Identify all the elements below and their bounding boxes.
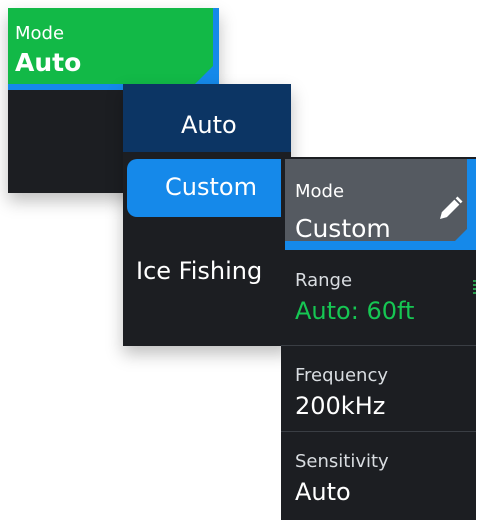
range-value: Auto: 60ft xyxy=(295,297,415,325)
mode-tile[interactable]: Mode Auto xyxy=(8,8,219,90)
sensitivity-label: Sensitivity xyxy=(295,451,389,472)
scroll-indicator xyxy=(473,280,476,294)
mode-setting[interactable]: Mode Custom xyxy=(285,159,476,250)
menu-item-label: Custom xyxy=(165,173,257,201)
selection-corner xyxy=(446,220,476,250)
frequency-value: 200kHz xyxy=(295,392,386,420)
frequency-label: Frequency xyxy=(295,365,388,386)
menu-item-ice-fishing[interactable]: Ice Fishing xyxy=(136,257,262,285)
mode-setting-label: Mode xyxy=(295,181,345,202)
frequency-setting[interactable]: Frequency 200kHz xyxy=(281,345,476,431)
mode-setting-value: Custom xyxy=(295,214,391,243)
range-label: Range xyxy=(295,270,353,291)
pencil-icon[interactable] xyxy=(435,194,465,224)
settings-panel: Mode Custom Range Auto: 60ft Frequency 2… xyxy=(281,157,476,520)
sensitivity-value: Auto xyxy=(295,478,351,506)
sensitivity-setting[interactable]: Sensitivity Auto xyxy=(281,431,476,520)
mode-menu: Auto Custom Ice Fishing xyxy=(123,84,307,346)
mode-value: Auto xyxy=(15,48,82,77)
menu-item-auto[interactable]: Auto xyxy=(123,84,291,152)
range-setting[interactable]: Range Auto: 60ft xyxy=(281,250,476,345)
menu-item-custom[interactable]: Custom xyxy=(127,159,307,217)
mode-label: Mode xyxy=(15,23,65,44)
menu-item-label: Auto xyxy=(181,111,237,139)
